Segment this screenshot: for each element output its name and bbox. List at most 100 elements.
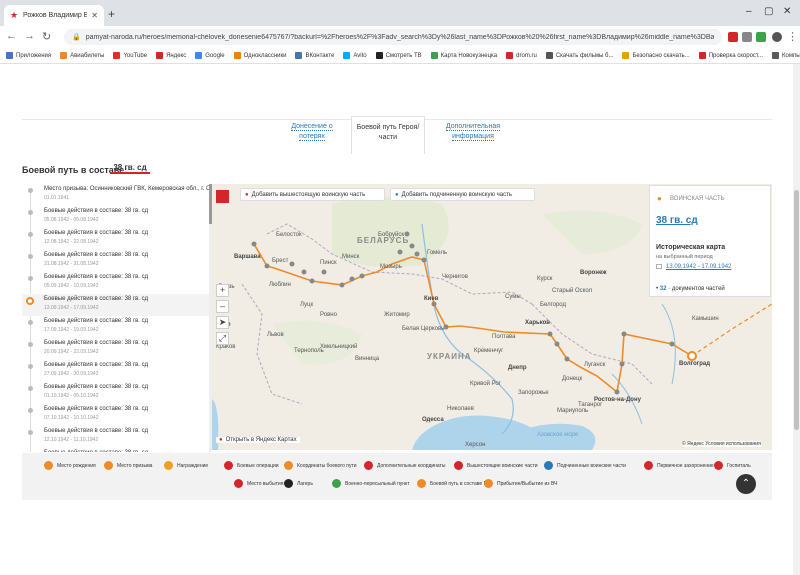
bookmark-item[interactable]: Скачать фильмы б... [545, 52, 613, 59]
timeline-item[interactable]: Боевые действия в составе: 38 гв. сд 05.0… [22, 272, 212, 294]
bookmark-item[interactable]: Одноклассники [233, 52, 286, 59]
maximize-icon[interactable]: ▢ [764, 6, 773, 17]
bookmark-label: Смотреть ТВ [385, 52, 422, 59]
zoom-in-button[interactable]: + [216, 284, 229, 297]
bookmark-item[interactable]: drom.ru [506, 52, 537, 59]
timeline-item[interactable]: Боевые действия в составе: 38 гв. сд 31.0… [22, 250, 212, 272]
timeline-dot-icon [28, 408, 33, 413]
extension-icon[interactable] [742, 32, 752, 42]
add-higher-unit-input[interactable]: ● Добавить вышестоящую воинскую часть [240, 188, 385, 201]
page-scrollbar-thumb[interactable] [794, 190, 799, 430]
bookmark-item[interactable]: Смотреть ТВ [375, 52, 422, 59]
timeline-item[interactable]: Боевые действия в составе: 38 гв. сд 05.0… [22, 206, 212, 228]
bookmark-item[interactable]: Приложения [6, 52, 51, 59]
timeline-title: Боевые действия в составе: 38 гв. сд [44, 208, 149, 214]
timeline-item[interactable]: Боевые действия в составе: 38 гв. сд 20.0… [22, 338, 212, 360]
timeline-item[interactable]: Боевые действия в составе: 38 гв. сд 12.0… [22, 228, 212, 250]
legend-item[interactable]: Госпиталь [714, 461, 751, 470]
map-label-donetsk: Донецк [562, 376, 583, 382]
legend-item[interactable]: Координаты боевого пути [284, 461, 357, 470]
legend-item[interactable]: Место рождения [44, 461, 96, 470]
map-label-lugansk: Луганск [584, 362, 606, 368]
tab-loss-report[interactable]: Донесение о потерях [290, 122, 334, 142]
bookmark-item[interactable]: Авиабилеты [60, 52, 104, 59]
extension-green-icon[interactable] [756, 32, 766, 42]
unit-name-link[interactable]: 38 гв. сд [656, 215, 698, 226]
extension-abp-icon[interactable] [728, 32, 738, 42]
bookmark-item[interactable]: Карта Новокузнецка [430, 52, 497, 59]
legend-label: Лагерь [297, 480, 313, 487]
map-layers-button[interactable] [216, 190, 229, 203]
bookmark-item[interactable]: Google [195, 52, 225, 59]
unit-select[interactable]: 38 гв. сд [110, 161, 150, 174]
map-label-mozyr: Мозырь [380, 264, 402, 270]
map-copyright[interactable]: © Яндекс Условия использования [682, 441, 761, 447]
bookmark-item[interactable]: Безопасно скачать... [622, 52, 690, 59]
add-lower-unit-input[interactable]: ● Добавить подчиненную воинскую часть [390, 188, 535, 201]
bookmark-item[interactable]: Проверка скорост... [698, 52, 763, 59]
map-label-warsaw: Варшава [234, 254, 261, 260]
legend-label: Место рождения [57, 462, 96, 469]
legend-item[interactable]: Подчиненные воинские части [544, 461, 626, 470]
timeline-item[interactable]: Боевые действия в составе: 38 гв. сд 17.0… [22, 316, 212, 338]
legend-item[interactable]: Боевой путь в составе ВЧ [417, 479, 490, 488]
timeline-item[interactable]: Боевые действия в составе: 38 гв. сд15.1… [22, 448, 212, 452]
bookmark-item[interactable]: Яндекс [156, 52, 186, 59]
scroll-top-button[interactable]: ⌃ [736, 474, 756, 494]
legend-item[interactable]: Прибытие/Выбытие из ВЧ [484, 479, 557, 488]
reload-icon[interactable]: ↻ [42, 30, 51, 43]
forward-icon[interactable]: → [24, 30, 35, 42]
legend-item[interactable]: Место выбытия [234, 479, 283, 488]
legend-item[interactable]: Боевые операции [224, 461, 279, 470]
timeline-dot-icon [28, 364, 33, 369]
legend-item[interactable]: Вышестоящие воинские части [454, 461, 538, 470]
back-icon[interactable]: ← [6, 30, 17, 42]
open-yandex-maps-link[interactable]: ● Открыть в Яндекс Картах [216, 437, 300, 443]
bookmark-item[interactable]: ВКонтакте [295, 52, 334, 59]
period-dates-link[interactable]: 13.09.1942 - 17.09.1942 [666, 264, 731, 270]
open-yandex-maps-label: Открыть в Яндекс Картах [225, 437, 297, 443]
browser-tab[interactable]: ★ Рожков Владимир Васильевич ✕ [4, 5, 104, 26]
timeline-dot-icon [28, 210, 33, 215]
timeline-dot-icon [28, 188, 33, 193]
legend-item[interactable]: Место призыва [104, 461, 152, 470]
map[interactable]: БЕЛАРУСЬ УКРАИНА Варшава Киев Минск Харь… [212, 184, 772, 450]
url-field[interactable]: 🔒 pamyat-naroda.ru/heroes/memorial-chelo… [64, 29, 722, 45]
timeline-item[interactable]: Боевые действия в составе: 38 гв. сд 07.1… [22, 404, 212, 426]
bookmark-favicon-icon [506, 52, 514, 59]
close-window-icon[interactable]: ✕ [783, 6, 791, 17]
legend-label: Вышестоящие воинские части [467, 462, 538, 469]
tab-additional-info[interactable]: Дополнительная информация [443, 122, 503, 142]
bookmark-item[interactable]: Avito [343, 52, 367, 59]
timeline-date: 01.01.1941 [44, 195, 70, 201]
locate-icon[interactable]: ➤ [216, 316, 229, 329]
menu-icon[interactable]: ⋮ [787, 30, 798, 43]
documents-count[interactable]: • 32 · документов частей [656, 286, 725, 292]
timeline-dot-icon [28, 342, 33, 347]
legend-item[interactable]: Военно-пересыльный пункт [332, 479, 410, 488]
checkbox-icon[interactable]: ☐ [656, 263, 662, 271]
timeline-item[interactable]: Боевые действия в составе: 38 гв. сд 13.0… [22, 294, 212, 316]
zoom-out-button[interactable]: – [216, 300, 229, 313]
timeline-item[interactable]: Боевые действия в составе: 38 гв. сд 12.1… [22, 426, 212, 448]
legend-item[interactable]: Награждение [164, 461, 208, 470]
tab-battle-path[interactable]: Боевой путь Героя/части [351, 116, 425, 154]
map-legend: Место рождения Место призыва Награждение Бо… [22, 453, 772, 500]
blue-pin-icon: ● [395, 191, 399, 198]
ruler-icon[interactable]: ⤢ [216, 332, 229, 345]
close-tab-icon[interactable]: ✕ [91, 11, 98, 20]
map-label-ukraine: УКРАИНА [427, 352, 472, 361]
legend-item[interactable]: Лагерь [284, 479, 313, 488]
bookmark-item[interactable]: YouTube [113, 52, 147, 59]
timeline-item[interactable]: Боевые действия в составе: 38 гв. сд 27.0… [22, 360, 212, 382]
minimize-icon[interactable]: – [746, 6, 752, 17]
timeline-item[interactable]: Боевые действия в составе: 38 гв. сд 01.1… [22, 382, 212, 404]
period-label: на выбранный период [656, 254, 713, 260]
bookmark-item[interactable]: Компьютерная Ла... [772, 52, 800, 59]
timeline-date: 05.08.1942 - 06.08.1942 [44, 217, 99, 223]
new-tab-icon[interactable]: + [108, 7, 115, 21]
profile-avatar[interactable] [772, 32, 782, 42]
timeline-item[interactable]: Место призыва: Осинниковский ГВК, Кемеро… [22, 184, 212, 206]
legend-item[interactable]: Первичное захоронение [644, 461, 714, 470]
legend-item[interactable]: Дополнительные координаты [364, 461, 445, 470]
